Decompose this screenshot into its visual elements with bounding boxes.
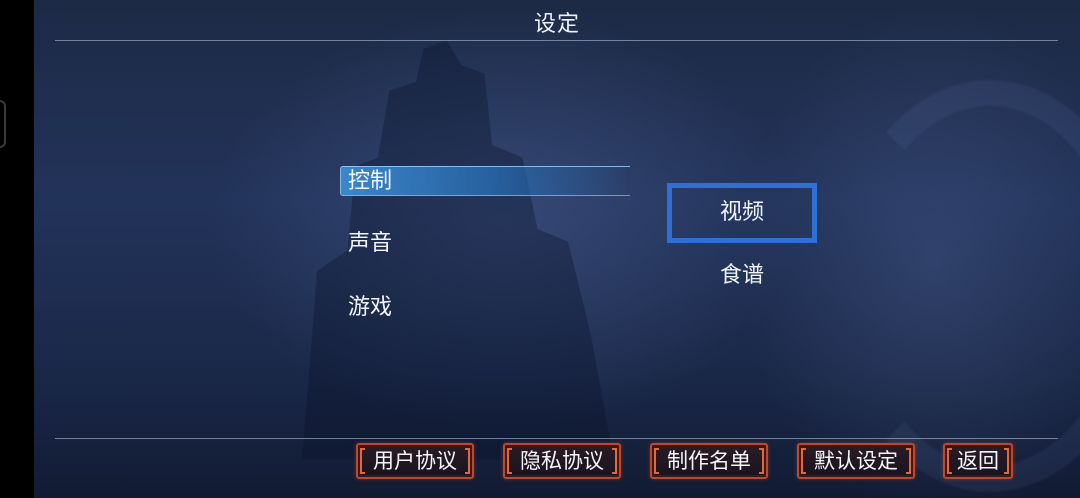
page-title: 设定 <box>533 12 580 37</box>
menu-item-game[interactable]: 游戏 <box>348 293 392 323</box>
crest-emblem <box>834 80 1080 492</box>
header-divider <box>55 40 1058 41</box>
submenu-item-recipes[interactable]: 食谱 <box>667 246 817 306</box>
bezel-button <box>0 100 6 148</box>
settings-screen: 设定 控制 声音 游戏 视频 食谱 用户协议 隐私协议 制作名单 默认设定 返回 <box>0 0 1080 498</box>
submenu-item-video[interactable]: 视频 <box>667 183 817 243</box>
menu-item-controls[interactable]: 控制 <box>340 166 630 196</box>
credits-button[interactable]: 制作名单 <box>650 443 768 479</box>
default-settings-button[interactable]: 默认设定 <box>797 443 915 479</box>
menu-item-sound[interactable]: 声音 <box>348 229 392 259</box>
footer-divider <box>55 438 1058 439</box>
back-button[interactable]: 返回 <box>943 443 1013 479</box>
castle-silhouette <box>302 40 614 460</box>
device-bezel <box>0 0 34 498</box>
privacy-policy-button[interactable]: 隐私协议 <box>503 443 621 479</box>
background-art <box>34 0 1080 498</box>
user-agreement-button[interactable]: 用户协议 <box>356 443 474 479</box>
